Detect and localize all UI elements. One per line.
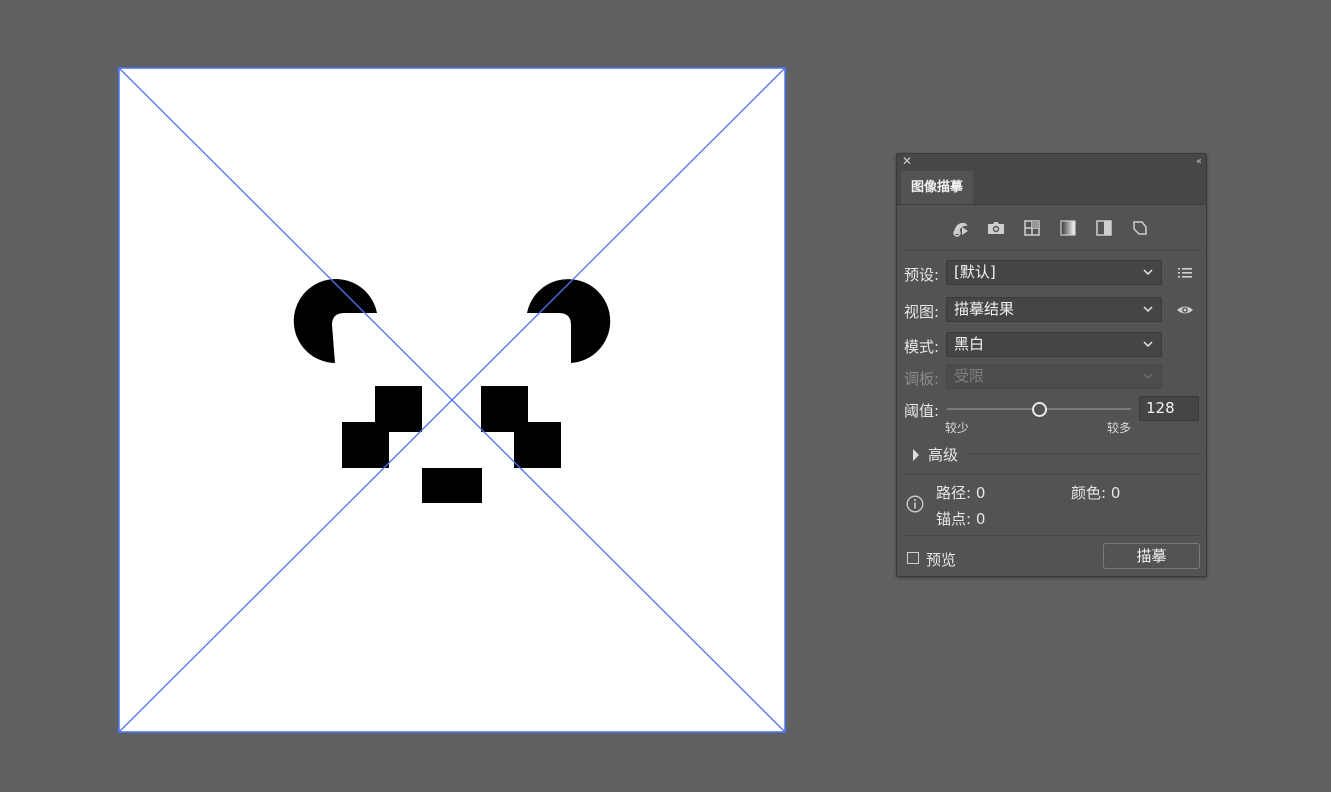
panel-tab-bar: 图像描摹 — [897, 170, 1206, 205]
chevron-down-icon — [1143, 269, 1153, 276]
handle-bottom-right — [783, 730, 786, 733]
trace-button[interactable]: 描摹 — [1103, 543, 1200, 569]
mode-label: 模式: — [904, 338, 940, 356]
camera-icon[interactable] — [984, 216, 1008, 240]
list-icon[interactable] — [1175, 263, 1195, 283]
preset-label: 预设: — [904, 266, 940, 284]
paths-count: 路径: 0 — [936, 484, 986, 502]
mode-value: 黑白 — [954, 335, 985, 353]
chevron-down-icon — [1143, 373, 1153, 380]
tab-image-trace[interactable]: 图像描摹 — [901, 171, 973, 204]
auto-color-icon[interactable] — [949, 216, 973, 240]
half-fill-icon[interactable] — [1092, 216, 1116, 240]
panel-title-strip: ✕ ‹‹ — [897, 154, 1206, 170]
view-label: 视图: — [904, 303, 940, 321]
mode-select[interactable]: 黑白 — [946, 332, 1162, 357]
nose — [422, 468, 482, 503]
placed-image[interactable] — [118, 67, 786, 733]
right-eye-lower — [514, 422, 561, 468]
divider — [903, 250, 1201, 251]
artboard[interactable] — [118, 67, 786, 733]
palette-label: 调板: — [904, 370, 940, 388]
chevron-down-icon — [1143, 341, 1153, 348]
close-icon[interactable]: ✕ — [902, 154, 914, 169]
preset-value: [默认] — [954, 263, 996, 281]
palette-value: 受限 — [954, 367, 985, 385]
left-eye-lower — [342, 422, 389, 468]
preview-checkbox[interactable] — [907, 552, 919, 564]
preset-select[interactable]: [默认] — [946, 260, 1162, 285]
divider — [967, 453, 1201, 454]
info-icon — [906, 495, 924, 513]
handle-top-right — [783, 67, 786, 70]
divider — [903, 474, 1201, 475]
threshold-label: 阈值: — [904, 402, 940, 420]
image-trace-panel: ✕ ‹‹ 图像描摹 预设: [默认] 视图: 描摹结果 模式: 黑白 调板: 受… — [896, 153, 1207, 577]
palette-select: 受限 — [946, 364, 1162, 389]
view-select[interactable]: 描摹结果 — [946, 297, 1162, 322]
grid-icon[interactable] — [1020, 216, 1044, 240]
anchors-count: 锚点: 0 — [936, 510, 986, 528]
advanced-toggle[interactable]: 高级 — [913, 444, 958, 465]
preview-label[interactable]: 预览 — [926, 549, 956, 570]
handle-bottom-left — [118, 730, 121, 733]
threshold-min-label: 较少 — [945, 421, 970, 435]
threshold-max-label: 较多 — [1107, 421, 1132, 435]
gradient-icon[interactable] — [1056, 216, 1080, 240]
threshold-input[interactable]: 128 — [1139, 396, 1199, 421]
triangle-right-icon — [913, 449, 919, 461]
view-value: 描摹结果 — [954, 300, 1015, 318]
outline-icon[interactable] — [1128, 216, 1152, 240]
threshold-slider-thumb[interactable] — [1032, 402, 1047, 417]
eye-icon[interactable] — [1175, 300, 1195, 320]
advanced-label: 高级 — [928, 446, 959, 464]
handle-top-left — [118, 67, 121, 70]
double-chevron-left-icon[interactable]: ‹‹ — [1196, 154, 1202, 169]
colors-count: 颜色: 0 — [1071, 484, 1121, 502]
chevron-down-icon — [1143, 306, 1153, 313]
divider — [903, 535, 1201, 536]
